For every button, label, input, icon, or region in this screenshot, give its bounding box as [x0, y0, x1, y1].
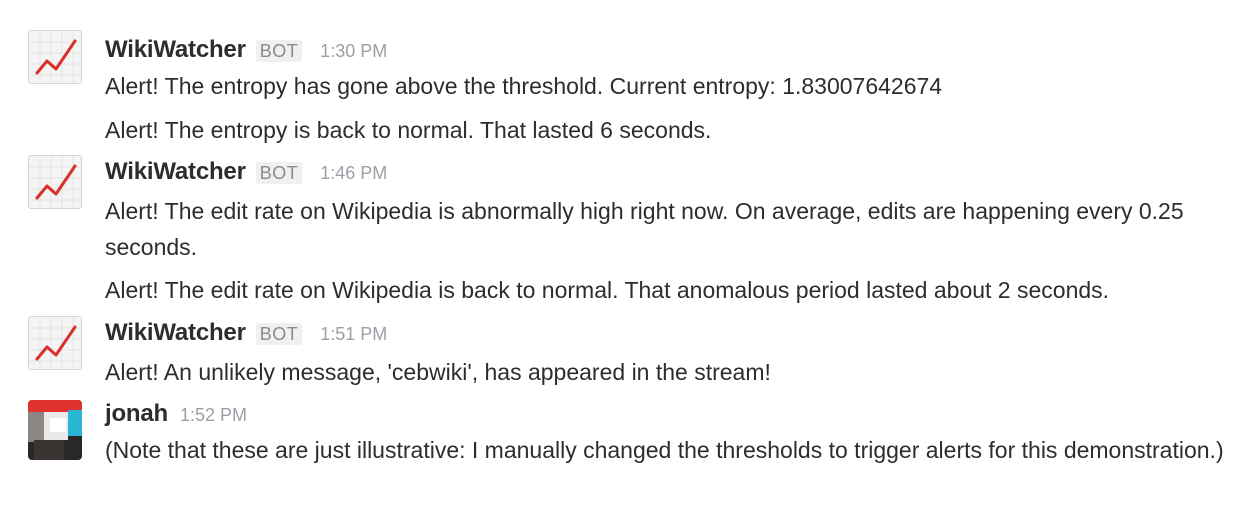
- bot-badge: BOT: [255, 323, 303, 345]
- chart-increasing-icon[interactable]: [28, 30, 82, 84]
- bot-badge: BOT: [255, 162, 303, 184]
- sender-name[interactable]: WikiWatcher: [105, 36, 246, 64]
- timestamp[interactable]: 1:46 PM: [320, 163, 387, 184]
- timestamp[interactable]: 1:51 PM: [320, 324, 387, 345]
- message-text: (Note that these are just illustrative: …: [105, 437, 1224, 463]
- sender-name[interactable]: WikiWatcher: [105, 158, 246, 186]
- chart-increasing-icon[interactable]: [28, 316, 82, 370]
- user-avatar-icon[interactable]: [28, 400, 82, 460]
- message-header: jonah 1:52 PM: [105, 400, 247, 430]
- timestamp[interactable]: 1:52 PM: [180, 405, 247, 426]
- message-header: WikiWatcher BOT 1:30 PM: [105, 36, 387, 66]
- timestamp[interactable]: 1:30 PM: [320, 41, 387, 62]
- message-text: Alert! The edit rate on Wikipedia is bac…: [105, 277, 1110, 303]
- message-text: Alert! The edit rate on Wikipedia is abn…: [105, 198, 1184, 260]
- message-text: Alert! An unlikely message, 'cebwiki', h…: [105, 359, 771, 385]
- message-header: WikiWatcher BOT 1:46 PM: [105, 158, 387, 188]
- chart-increasing-icon[interactable]: [28, 155, 82, 209]
- message-header: WikiWatcher BOT 1:51 PM: [105, 319, 387, 349]
- sender-name[interactable]: jonah: [105, 400, 168, 428]
- bot-badge: BOT: [255, 40, 303, 62]
- message-text: Alert! The entropy is back to normal. Th…: [105, 117, 712, 143]
- sender-name[interactable]: WikiWatcher: [105, 319, 246, 347]
- message-text: Alert! The entropy has gone above the th…: [105, 73, 943, 99]
